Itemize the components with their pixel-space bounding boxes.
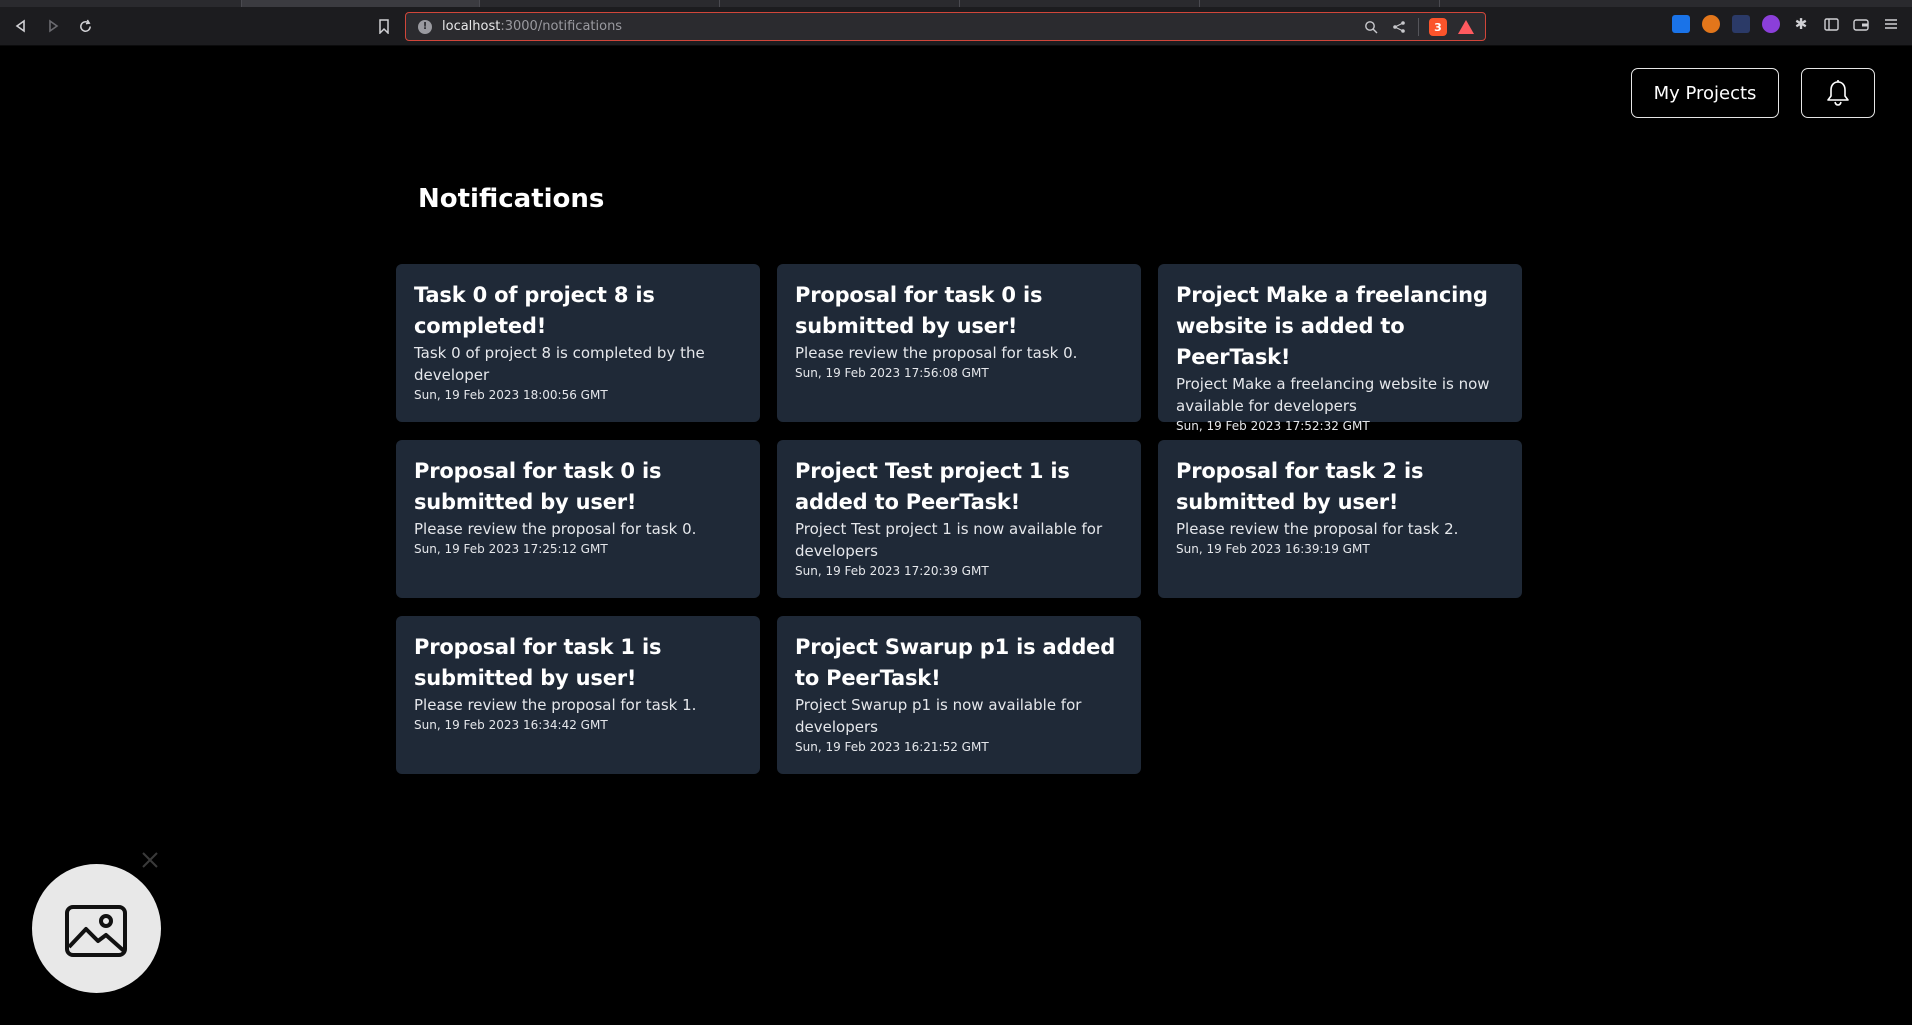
zoom-icon[interactable] (1362, 18, 1380, 36)
wallet-icon[interactable] (1852, 15, 1870, 33)
url-text[interactable]: localhost:3000/notifications (442, 19, 622, 34)
puzzle-icon[interactable]: ✱ (1792, 15, 1810, 33)
url-host: localhost (442, 19, 501, 34)
notification-date: Sun, 19 Feb 2023 17:25:12 GMT (414, 542, 608, 556)
notification-card[interactable]: Proposal for task 0 is submitted by user… (777, 264, 1141, 422)
notification-body: Please review the proposal for task 0. (795, 344, 1078, 362)
browser-tab[interactable] (960, 0, 1200, 7)
notification-title: Proposal for task 0 is submitted by user… (795, 283, 1043, 338)
brave-rewards-icon[interactable] (1457, 18, 1475, 36)
my-projects-label: My Projects (1653, 82, 1757, 104)
notification-date: Sun, 19 Feb 2023 17:52:32 GMT (1176, 419, 1370, 433)
url-divider (1418, 18, 1419, 36)
notifications-grid: Task 0 of project 8 is completed! Task 0… (396, 264, 1522, 774)
page-title: Notifications (418, 184, 605, 214)
notification-title: Project Test project 1 is added to PeerT… (795, 459, 1070, 514)
browser-tab[interactable] (480, 0, 720, 7)
browser-tab[interactable] (0, 0, 242, 7)
notifications-button[interactable] (1801, 68, 1875, 118)
image-icon (64, 904, 127, 957)
notification-card[interactable]: Project Test project 1 is added to PeerT… (777, 440, 1141, 598)
notification-date: Sun, 19 Feb 2023 17:20:39 GMT (795, 564, 989, 578)
notification-date: Sun, 19 Feb 2023 17:56:08 GMT (795, 366, 989, 380)
notification-title: Project Swarup p1 is added to PeerTask! (795, 635, 1116, 690)
extension-icon[interactable] (1762, 15, 1780, 33)
notification-card[interactable]: Proposal for task 1 is submitted by user… (396, 616, 760, 774)
notification-body: Project Make a freelancing website is no… (1176, 375, 1490, 415)
browser-toolbar: ! localhost:3000/notifications 3 ✱ (0, 7, 1912, 46)
browser-tab-active[interactable] (242, 0, 480, 7)
notification-title: Task 0 of project 8 is completed! (414, 283, 655, 338)
notification-title: Project Make a freelancing website is ad… (1176, 283, 1488, 369)
url-actions: 3 (1362, 18, 1475, 36)
metamask-icon[interactable] (1702, 15, 1720, 33)
url-path: :3000/notifications (500, 19, 623, 34)
notification-card[interactable]: Project Make a freelancing website is ad… (1158, 264, 1522, 433)
top-nav: My Projects (1631, 68, 1875, 118)
notification-date: Sun, 19 Feb 2023 18:00:56 GMT (414, 388, 608, 402)
brave-shields-icon[interactable]: 3 (1429, 18, 1447, 36)
image-widget-button[interactable] (32, 864, 161, 993)
notification-date: Sun, 19 Feb 2023 16:21:52 GMT (795, 740, 989, 754)
back-icon[interactable] (10, 15, 32, 37)
close-icon[interactable] (138, 848, 162, 872)
notification-card[interactable]: Proposal for task 2 is submitted by user… (1158, 440, 1522, 598)
menu-icon[interactable] (1882, 15, 1900, 33)
tab-strip (0, 0, 1912, 7)
notification-title: Proposal for task 2 is submitted by user… (1176, 459, 1424, 514)
reload-icon[interactable] (74, 15, 96, 37)
sidebar-icon[interactable] (1822, 15, 1840, 33)
extensions-strip: ✱ (1672, 15, 1900, 33)
notification-body: Project Swarup p1 is now available for d… (795, 696, 1082, 736)
notification-title: Proposal for task 0 is submitted by user… (414, 459, 662, 514)
url-bar[interactable]: ! localhost:3000/notifications 3 (405, 12, 1486, 41)
forward-icon[interactable] (42, 15, 64, 37)
share-icon[interactable] (1390, 18, 1408, 36)
notification-card[interactable]: Project Swarup p1 is added to PeerTask! … (777, 616, 1141, 774)
notification-date: Sun, 19 Feb 2023 16:39:19 GMT (1176, 542, 1370, 556)
browser-tab[interactable] (720, 0, 960, 7)
notification-card[interactable]: Task 0 of project 8 is completed! Task 0… (396, 264, 760, 422)
bell-icon (1827, 80, 1849, 106)
notification-card[interactable]: Proposal for task 0 is submitted by user… (396, 440, 760, 598)
bookmark-icon[interactable] (373, 15, 395, 37)
notification-body: Please review the proposal for task 0. (414, 520, 697, 538)
info-icon[interactable]: ! (418, 19, 432, 34)
page: My Projects Notifications Task 0 of proj… (0, 47, 1912, 1025)
notification-body: Please review the proposal for task 2. (1176, 520, 1459, 538)
notification-title: Proposal for task 1 is submitted by user… (414, 635, 662, 690)
brave-badge: 3 (1434, 20, 1442, 34)
extension-icon[interactable] (1672, 15, 1690, 33)
notification-date: Sun, 19 Feb 2023 16:34:42 GMT (414, 718, 608, 732)
notification-body: Task 0 of project 8 is completed by the … (414, 344, 705, 384)
browser-tab[interactable] (1200, 0, 1440, 7)
notification-body: Project Test project 1 is now available … (795, 520, 1103, 560)
notification-body: Please review the proposal for task 1. (414, 696, 697, 714)
my-projects-button[interactable]: My Projects (1631, 68, 1779, 118)
extension-icon[interactable] (1732, 15, 1750, 33)
